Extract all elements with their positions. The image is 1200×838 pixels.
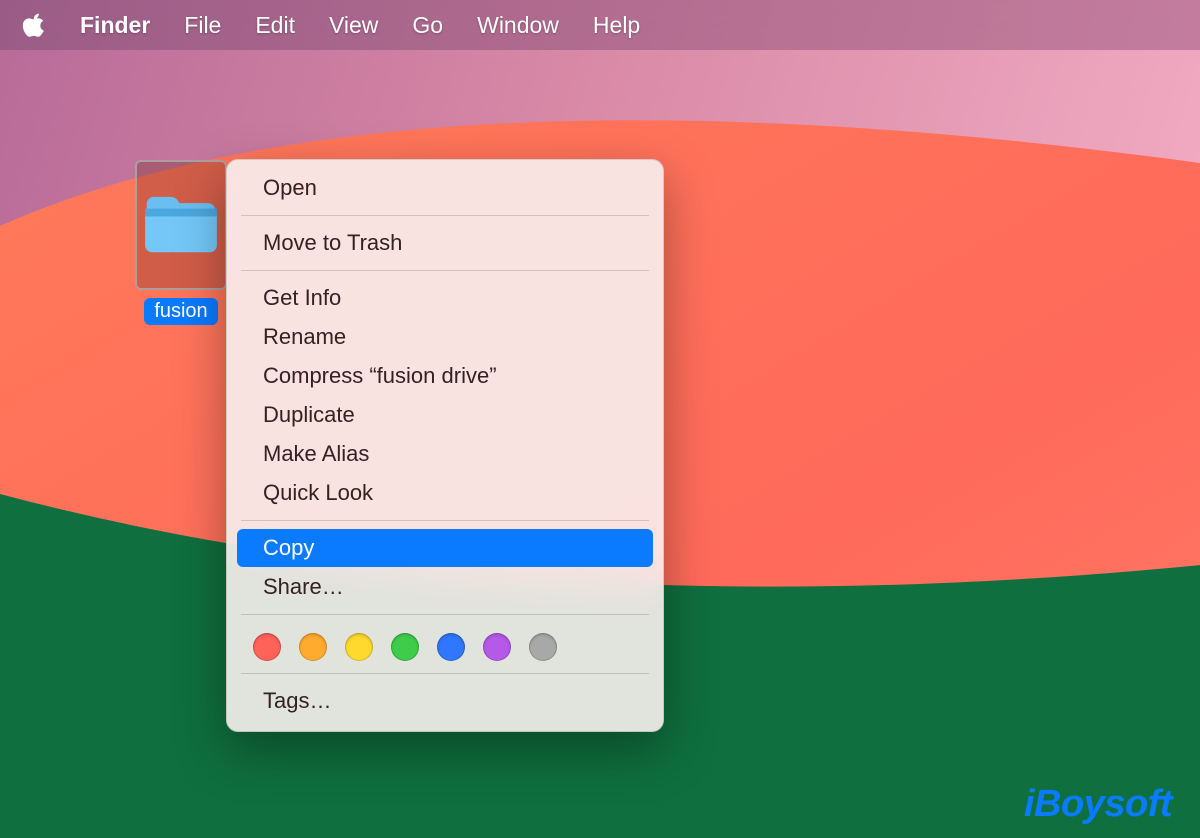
ctx-get-info[interactable]: Get Info [237, 279, 653, 317]
apple-logo-icon[interactable] [22, 11, 46, 39]
tag-blue-icon[interactable] [437, 633, 465, 661]
ctx-separator [241, 614, 649, 615]
menubar: Finder File Edit View Go Window Help [0, 0, 1200, 50]
ctx-copy[interactable]: Copy [237, 529, 653, 567]
context-menu: Open Move to Trash Get Info Rename Compr… [226, 159, 664, 732]
ctx-separator [241, 673, 649, 674]
ctx-share[interactable]: Share… [237, 568, 653, 606]
ctx-tag-row [227, 623, 663, 665]
menubar-item-view[interactable]: View [329, 12, 378, 39]
desktop: Finder File Edit View Go Window Help fus… [0, 0, 1200, 838]
ctx-separator [241, 215, 649, 216]
tag-yellow-icon[interactable] [345, 633, 373, 661]
ctx-make-alias[interactable]: Make Alias [237, 435, 653, 473]
menubar-item-window[interactable]: Window [477, 12, 559, 39]
ctx-open[interactable]: Open [237, 169, 653, 207]
desktop-folder[interactable]: fusion [135, 160, 227, 330]
tag-purple-icon[interactable] [483, 633, 511, 661]
ctx-separator [241, 270, 649, 271]
menubar-item-edit[interactable]: Edit [255, 12, 295, 39]
tag-gray-icon[interactable] [529, 633, 557, 661]
watermark: iBoysoft [1024, 783, 1172, 826]
ctx-compress[interactable]: Compress “fusion drive” [237, 357, 653, 395]
menubar-item-go[interactable]: Go [412, 12, 443, 39]
ctx-tags[interactable]: Tags… [237, 682, 653, 720]
ctx-separator [241, 520, 649, 521]
folder-label: fusion [144, 298, 217, 325]
menubar-item-file[interactable]: File [184, 12, 221, 39]
tag-orange-icon[interactable] [299, 633, 327, 661]
ctx-quick-look[interactable]: Quick Look [237, 474, 653, 512]
tag-green-icon[interactable] [391, 633, 419, 661]
tag-red-icon[interactable] [253, 633, 281, 661]
watermark-text: iBoysoft [1024, 783, 1172, 825]
ctx-duplicate[interactable]: Duplicate [237, 396, 653, 434]
ctx-move-to-trash[interactable]: Move to Trash [237, 224, 653, 262]
folder-icon [135, 160, 227, 290]
ctx-rename[interactable]: Rename [237, 318, 653, 356]
menubar-app-name[interactable]: Finder [80, 12, 150, 39]
menubar-item-help[interactable]: Help [593, 12, 640, 39]
